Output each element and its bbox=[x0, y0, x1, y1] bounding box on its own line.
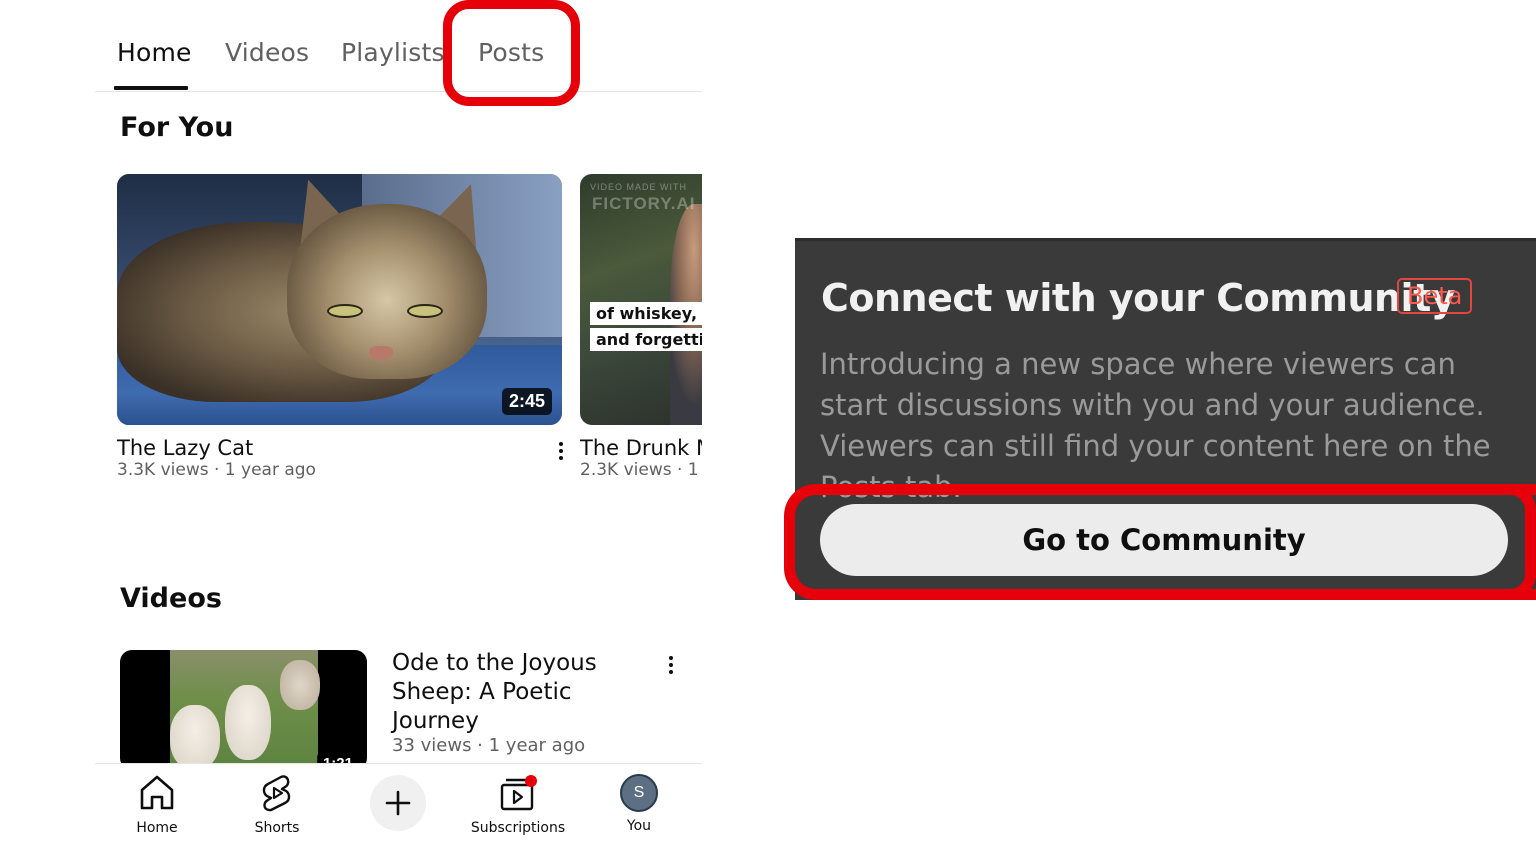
nav-shorts-label: Shorts bbox=[254, 820, 300, 836]
caption-line: and forgetti bbox=[590, 328, 710, 351]
nav-you[interactable]: S You bbox=[584, 772, 694, 842]
nav-you-label: You bbox=[626, 818, 652, 834]
tab-home[interactable]: Home bbox=[117, 38, 192, 67]
nav-subscriptions-label: Subscriptions bbox=[470, 820, 566, 836]
video-thumbnail[interactable]: VIDEO MADE WITH FICTORY.AI of whiskey, c… bbox=[580, 174, 710, 425]
watermark-text: VIDEO MADE WITH bbox=[590, 182, 688, 192]
tab-videos[interactable]: Videos bbox=[225, 38, 309, 67]
community-description: Introducing a new space where viewers ca… bbox=[820, 347, 1491, 504]
community-promo-card: Connect with your Community Beta Introdu… bbox=[795, 238, 1536, 600]
active-tab-indicator bbox=[114, 86, 188, 90]
watermark-text: FICTORY.AI bbox=[592, 194, 696, 213]
community-title: Connect with your Community bbox=[821, 276, 1456, 320]
tab-playlists[interactable]: Playlists bbox=[341, 38, 445, 67]
video-meta: 3.3K views · 1 year ago bbox=[117, 460, 316, 480]
nav-home[interactable]: Home bbox=[102, 772, 212, 842]
more-options-icon[interactable] bbox=[664, 654, 678, 678]
home-icon bbox=[140, 775, 174, 810]
video-title[interactable]: The Drunk M bbox=[580, 436, 710, 460]
nav-home-label: Home bbox=[136, 820, 178, 836]
channel-page: Home Videos Playlists Posts For You 2:45… bbox=[0, 0, 710, 864]
sheep-image bbox=[170, 650, 320, 770]
tab-posts[interactable]: Posts bbox=[478, 38, 544, 67]
nav-shorts[interactable]: Shorts bbox=[222, 772, 332, 842]
drunk-image: VIDEO MADE WITH FICTORY.AI of whiskey, c… bbox=[580, 174, 710, 425]
video-meta: 2.3K views · 1 bbox=[580, 460, 699, 480]
avatar: S bbox=[620, 774, 658, 812]
video-title[interactable]: The Lazy Cat bbox=[117, 436, 253, 460]
videos-heading: Videos bbox=[120, 583, 222, 614]
create-button[interactable] bbox=[370, 775, 426, 831]
channel-tabs: Home Videos Playlists Posts bbox=[95, 0, 702, 92]
duration-badge: 2:45 bbox=[501, 388, 552, 415]
more-options-icon[interactable] bbox=[554, 440, 568, 464]
video-thumbnail[interactable]: 1:21 bbox=[120, 650, 367, 770]
plus-icon bbox=[385, 790, 411, 816]
video-thumbnail[interactable]: 2:45 bbox=[117, 174, 562, 425]
video-meta: 33 views · 1 year ago bbox=[392, 735, 586, 756]
for-you-heading: For You bbox=[120, 112, 234, 143]
nav-subscriptions[interactable]: Subscriptions bbox=[463, 772, 573, 842]
beta-badge: Beta bbox=[1397, 278, 1473, 314]
bottom-navigation: Home Shorts Subscriptions S You bbox=[95, 763, 702, 864]
shorts-icon bbox=[262, 775, 291, 812]
go-to-community-button[interactable]: Go to Community bbox=[820, 504, 1508, 576]
video-title[interactable]: Ode to the Joyous Sheep: A Poetic Journe… bbox=[392, 649, 632, 736]
cat-image bbox=[117, 174, 562, 425]
subscriptions-icon bbox=[500, 775, 537, 811]
caption-line: of whiskey, c bbox=[590, 302, 710, 325]
